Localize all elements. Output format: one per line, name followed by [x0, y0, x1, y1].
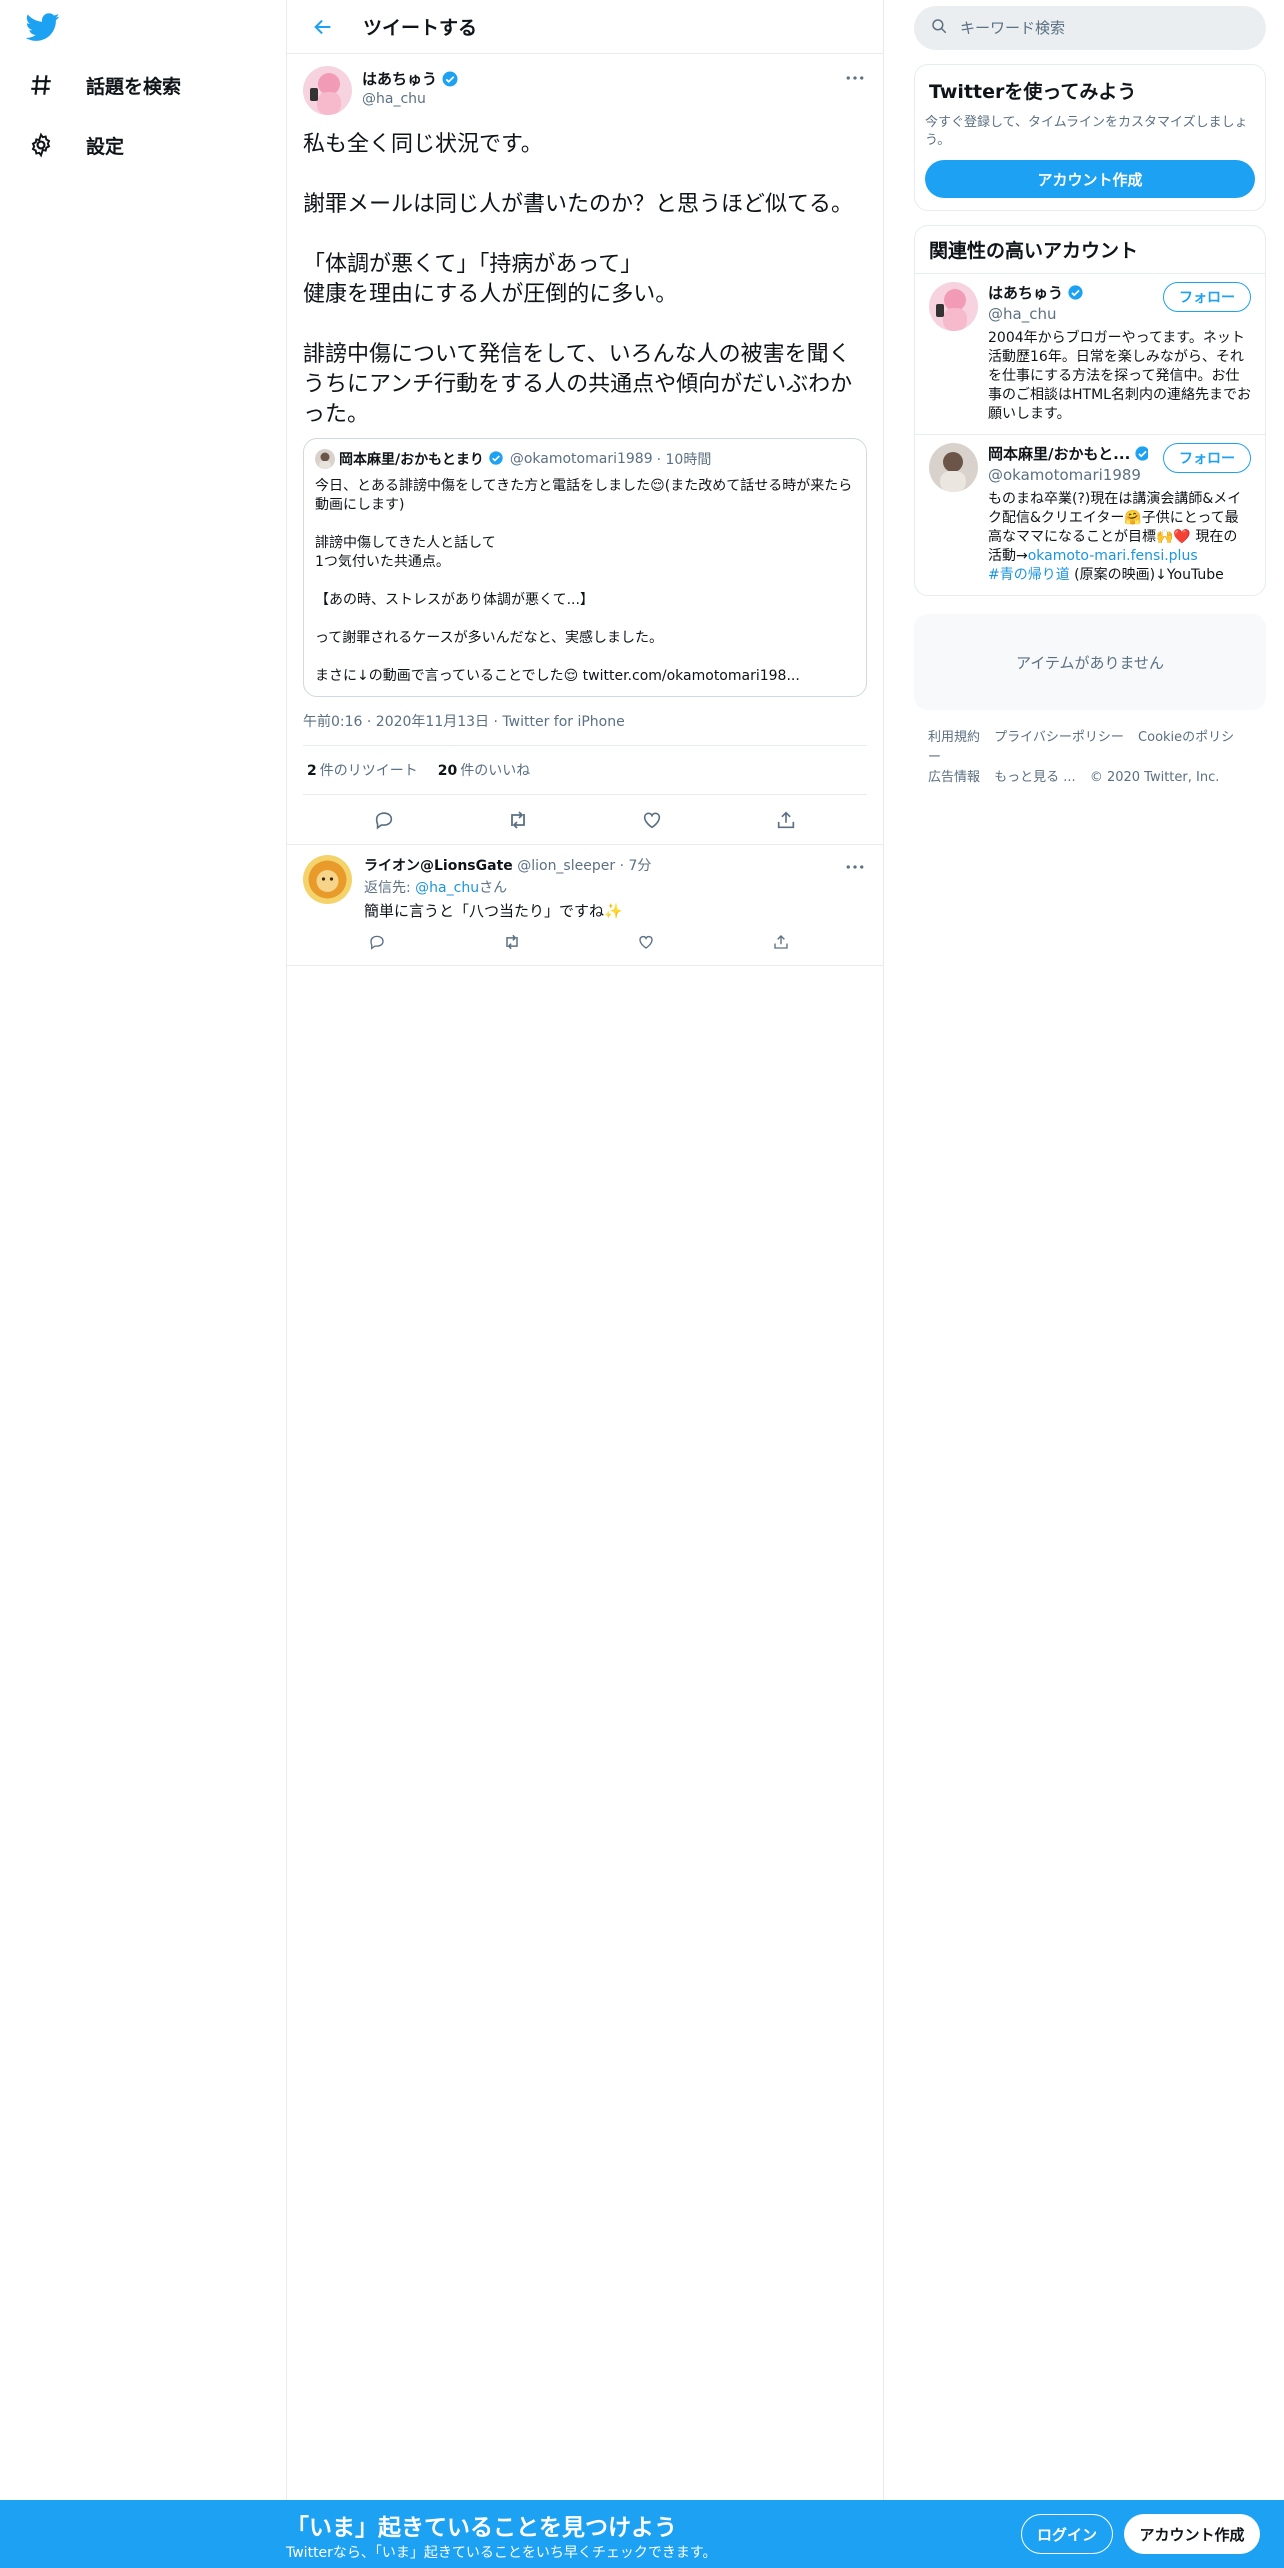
signup-card-subtitle: 今すぐ登録して、タイムラインをカスタマイズしましょう。 [925, 115, 1248, 148]
empty-trends-card: アイテムがありません [914, 614, 1266, 710]
more-options-icon[interactable] [843, 857, 867, 877]
like-count[interactable]: 20 件のいいね [438, 760, 530, 780]
quote-avatar [315, 449, 335, 469]
footer-copyright: © 2020 Twitter, Inc. [1089, 770, 1220, 785]
quote-text: 今日、とある誹謗中傷をしてきた方と電話をしました😌(また改めて話せる時が来たら動… [315, 478, 853, 684]
quote-author-handle: @okamotomari1989 [509, 451, 653, 467]
tweet-timestamp[interactable]: 午前0:16 · 2020年11月13日 · Twitter for iPhon… [303, 711, 867, 746]
more-options-icon[interactable] [843, 68, 867, 88]
related-account-bio: ものまね卒業(?)現在は講演会講師&メイク配信&クリエイター🤗子供にとって最高な… [988, 491, 1242, 583]
hashtag-icon [26, 70, 56, 100]
nav-label-settings: 設定 [86, 135, 125, 158]
footer-link-terms[interactable]: 利用規約 [928, 730, 980, 745]
reply-text: 簡単に言うと「八つ当たり」ですね✨ [364, 902, 623, 920]
related-account-item[interactable]: はあちゅう @ha_chu フォロー 2004年からブロガーやってます。ネット活… [915, 274, 1265, 435]
reply-tweet[interactable]: ライオン@LionsGate @lion_sleeper · 7分 返信先: @… [287, 845, 883, 966]
signup-button[interactable]: アカウント作成 [1124, 2514, 1260, 2554]
bio-link[interactable]: okamoto-mari.fensi.plus [1028, 548, 1198, 564]
bottom-bar-subtitle: Twitterなら、「いま」起きていることをいち早くチェックできます。 [286, 2545, 717, 2561]
related-account-name[interactable]: はあちゅう [988, 282, 1063, 303]
bottom-signup-bar: 「いま」起きていることを見つけよう Twitterなら、「いま」起きていることを… [0, 2500, 1284, 2568]
nav-item-settings[interactable]: 設定 [26, 122, 124, 168]
related-account-name[interactable]: 岡本麻里/おかもと... [988, 443, 1130, 464]
reply-time[interactable]: · 7分 [620, 858, 652, 874]
related-account-handle[interactable]: @ha_chu [988, 305, 1085, 323]
follow-button[interactable]: フォロー [1163, 443, 1251, 473]
nav-label-explore: 話題を検索 [86, 75, 182, 98]
nav-item-explore[interactable]: 話題を検索 [26, 62, 181, 108]
follow-button[interactable]: フォロー [1163, 282, 1251, 312]
reply-to-link[interactable]: @ha_chu [415, 880, 479, 896]
right-sidebar: Twitterを使ってみよう 今すぐ登録して、タイムラインをカスタマイズしましょ… [914, 0, 1266, 788]
share-icon[interactable] [768, 802, 804, 838]
avatar[interactable] [929, 282, 978, 331]
search-input[interactable] [960, 19, 1240, 37]
reply-to: 返信先: @ha_chuさん [364, 880, 508, 896]
like-icon[interactable] [634, 802, 670, 838]
footer-link-ads[interactable]: 広告情報 [928, 770, 980, 785]
author-handle[interactable]: @ha_chu [362, 91, 459, 107]
reply-avatar[interactable] [303, 855, 352, 904]
footer-links: 利用規約 プライバシーポリシー Cookieのポリシー 広告情報 もっと見る .… [914, 728, 1266, 788]
gear-icon [26, 130, 56, 160]
related-accounts-title: 関連性の高いアカウント [915, 226, 1265, 274]
reply-author-handle[interactable]: @lion_sleeper [517, 858, 615, 874]
search-box[interactable] [914, 6, 1266, 50]
tweet-author: はあちゅう @ha_chu [303, 66, 867, 120]
author-name[interactable]: はあちゅう [362, 68, 437, 89]
signup-card-title: Twitterを使ってみよう [929, 81, 1137, 103]
bio-hashtag[interactable]: #青の帰り道 [988, 567, 1070, 583]
verified-badge-icon [488, 450, 506, 468]
search-icon [930, 17, 948, 39]
reply-icon[interactable] [366, 802, 402, 838]
quote-author-name: 岡本麻里/おかもとまり [339, 452, 484, 468]
retweet-icon[interactable] [499, 929, 525, 955]
signup-card: Twitterを使ってみよう 今すぐ登録して、タイムラインをカスタマイズしましょ… [914, 64, 1266, 211]
reply-actions [364, 929, 794, 955]
avatar[interactable] [303, 66, 352, 115]
footer-link-privacy[interactable]: プライバシーポリシー [994, 730, 1124, 745]
empty-text: アイテムがありません [1015, 653, 1165, 672]
related-account-bio: 2004年からブロガーやってます。ネット活動歴16年。日常を楽しみながら、それを… [988, 330, 1251, 422]
verified-badge-icon [1134, 445, 1148, 463]
left-sidebar: 話題を検索 設定 [0, 0, 286, 2500]
reply-icon[interactable] [364, 929, 390, 955]
footer-link-more[interactable]: もっと見る ... [994, 770, 1076, 785]
avatar[interactable] [929, 443, 978, 492]
reply-author-name[interactable]: ライオン@LionsGate [364, 858, 513, 874]
login-button[interactable]: ログイン [1021, 2514, 1113, 2554]
bottom-bar-title: 「いま」起きていることを見つけよう [286, 2515, 677, 2541]
related-accounts-card: 関連性の高いアカウント はあちゅう @ha_chu フォロー 2004年からブロ… [914, 225, 1266, 596]
related-account-item[interactable]: 岡本麻里/おかもと... @okamotomari1989 フォロー ものまね卒… [915, 435, 1265, 595]
verified-badge-icon [1067, 284, 1085, 302]
quoted-tweet[interactable]: 岡本麻里/おかもとまり @okamotomari1989 · 10時間 今日、と… [303, 438, 867, 697]
retweet-count[interactable]: 2 件のリツイート [307, 760, 418, 780]
like-icon[interactable] [633, 929, 659, 955]
quote-time: · 10時間 [656, 452, 712, 468]
back-arrow-icon[interactable] [305, 9, 341, 45]
main-tweet: はあちゅう @ha_chu 私も全く同じ状況です。 謝罪メールは同じ人が書いたの… [287, 54, 883, 845]
main-column: ツイートする はあちゅう @ha_chu 私も全く同じ状況です。 謝罪メールは同… [286, 0, 884, 2500]
create-account-button[interactable]: アカウント作成 [925, 160, 1255, 198]
related-account-handle[interactable]: @okamotomari1989 [988, 466, 1148, 484]
main-header: ツイートする [287, 0, 883, 54]
tweet-text: 私も全く同じ状況です。 謝罪メールは同じ人が書いたのか？と思うほど似てる。 「体… [303, 132, 854, 427]
tweet-actions [287, 795, 883, 845]
tweet-stats: 2 件のリツイート 20 件のいいね [303, 746, 867, 795]
twitter-logo-icon[interactable] [25, 10, 66, 46]
page-title: ツイートする [363, 17, 478, 39]
retweet-icon[interactable] [500, 802, 536, 838]
verified-badge-icon [441, 70, 459, 88]
share-icon[interactable] [768, 929, 794, 955]
